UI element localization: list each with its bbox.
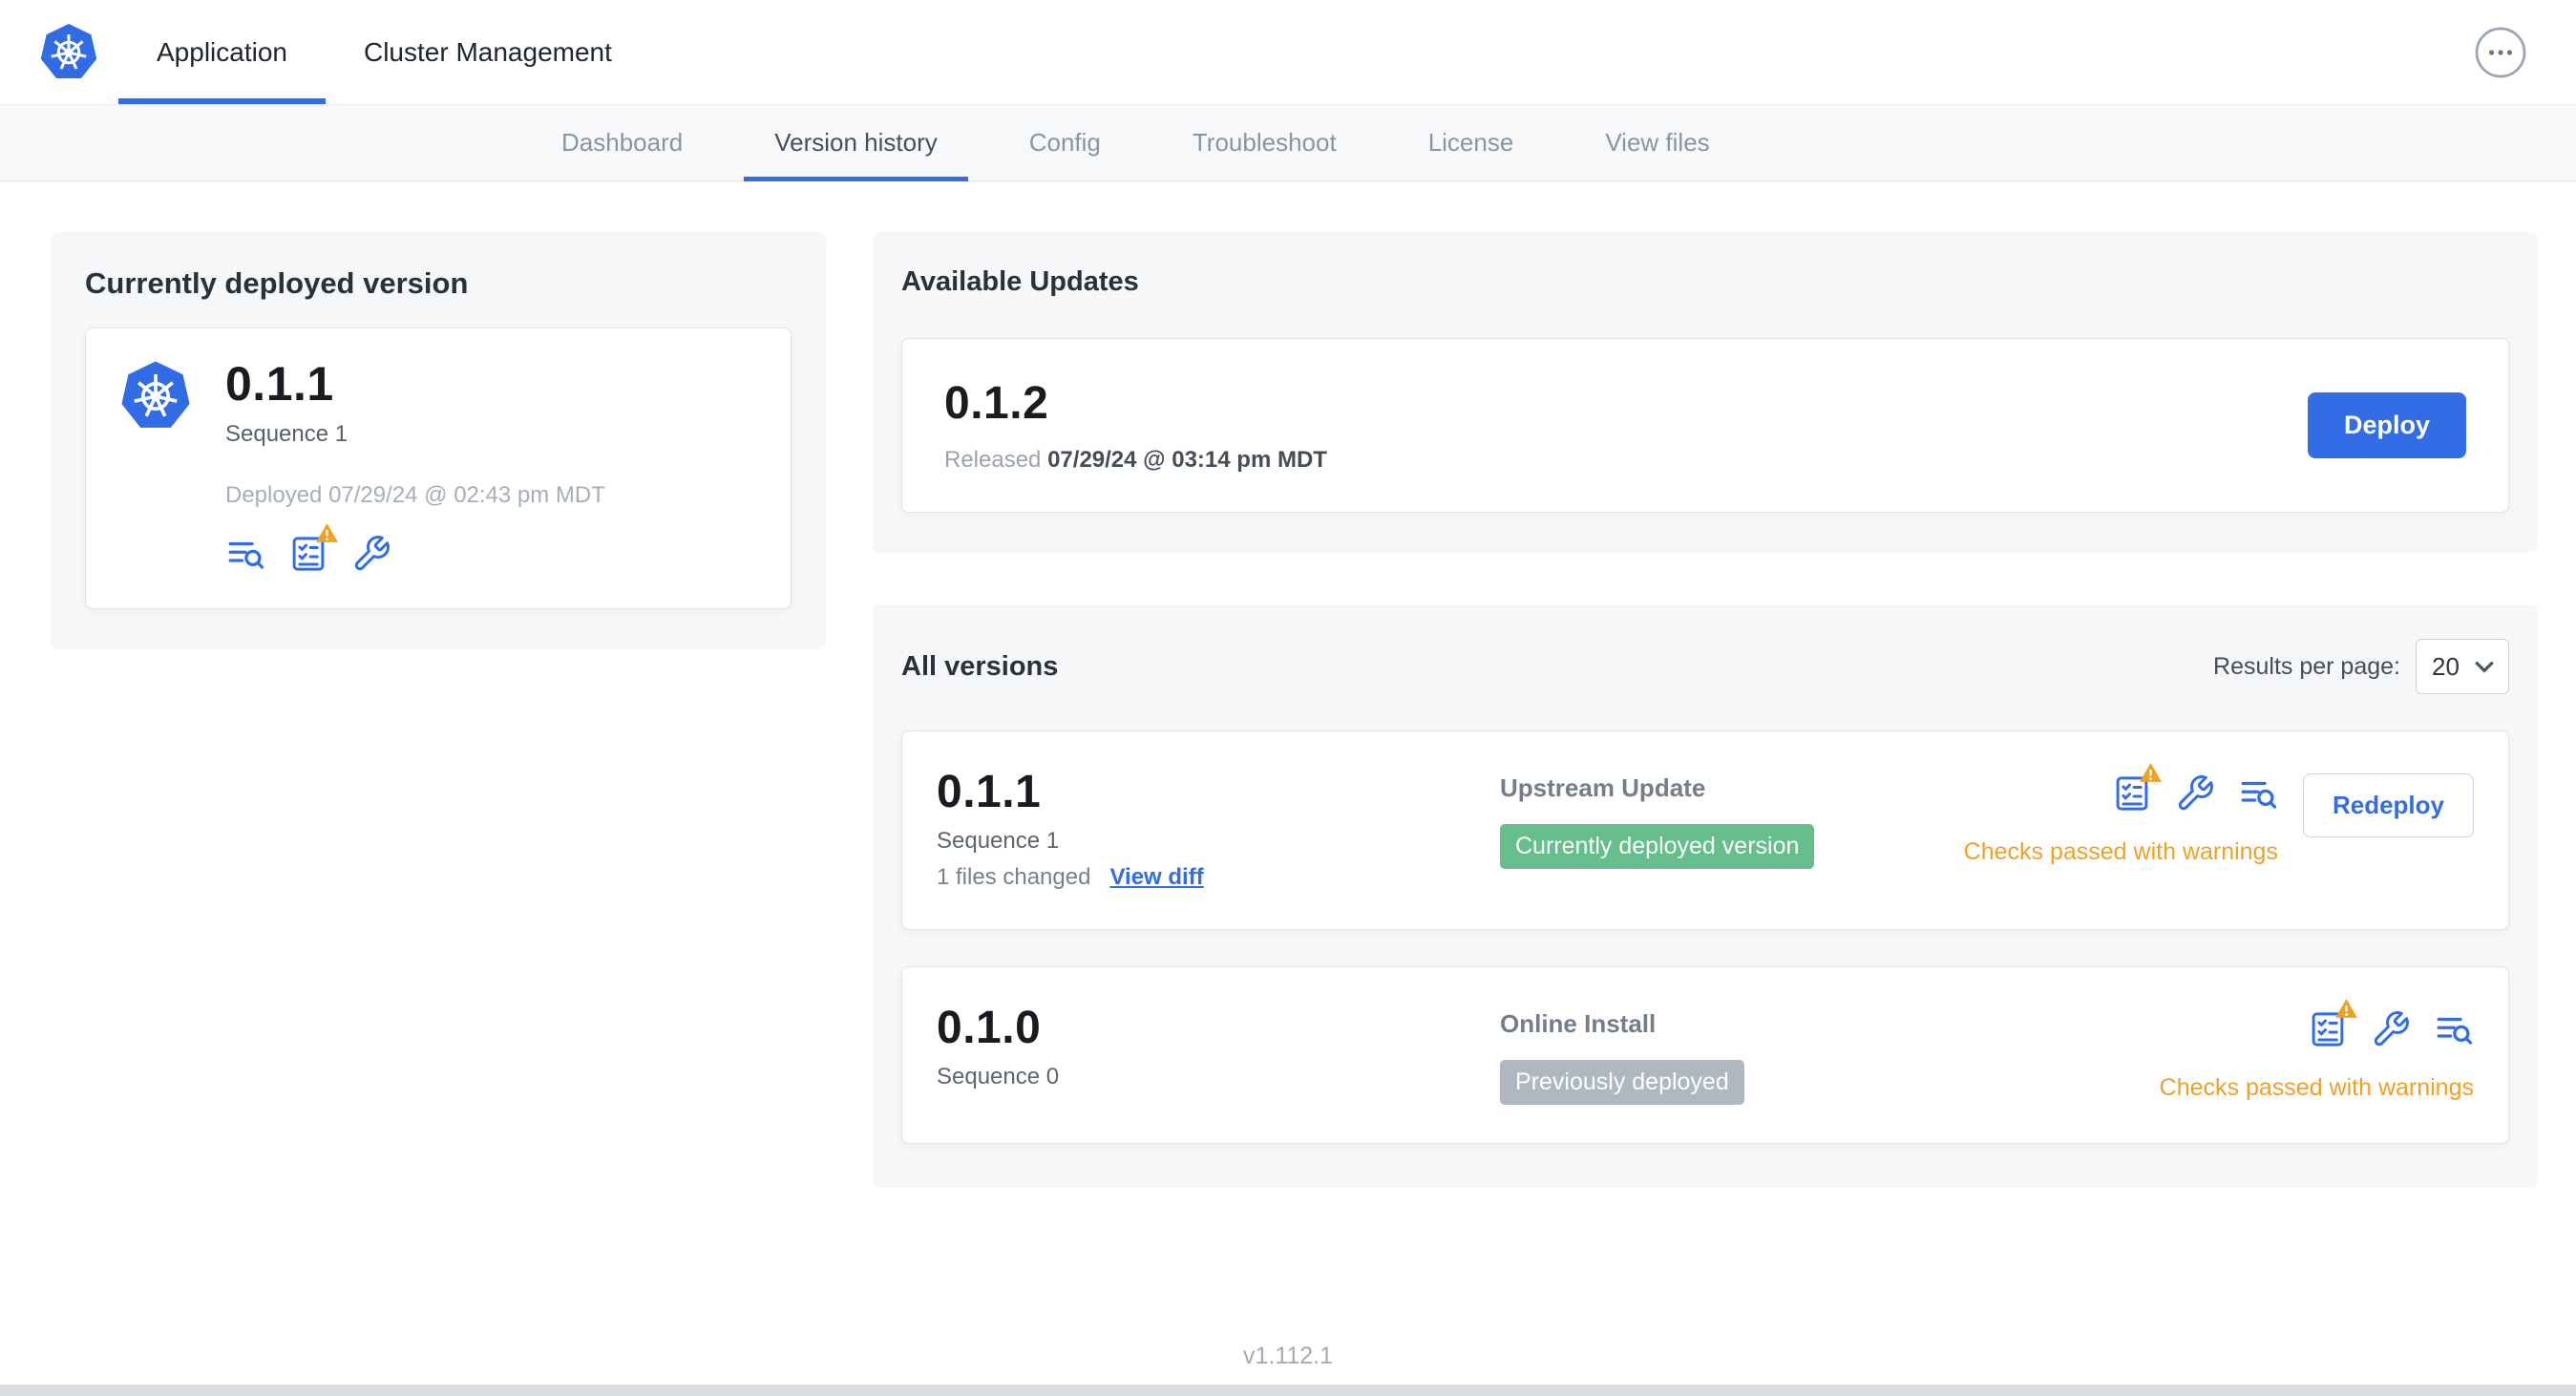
row-action-icons [2112,763,2278,814]
overflow-menu-button[interactable] [2475,27,2526,78]
currently-deployed-title: Currently deployed version [85,266,469,300]
row-sequence: Sequence 1 [937,828,1060,854]
checks-status-text: Checks passed with warnings [1963,838,2278,865]
row-version-number: 0.1.0 [937,1003,1042,1053]
preflight-checks-icon[interactable] [2308,999,2357,1049]
results-per-page-select[interactable]: 20 [2416,639,2509,694]
view-diff-link[interactable]: View diff [1109,864,1203,891]
deployed-timestamp: Deployed 07/29/24 @ 02:43 pm MDT [225,481,605,508]
row-version-number: 0.1.1 [937,767,1042,817]
tab-application[interactable]: Application [118,0,326,104]
nav-tab-license[interactable]: License [1398,105,1545,180]
deployed-version-panel: 0.1.1 Sequence 1 Deployed 07/29/24 @ 02:… [85,328,792,609]
results-per-page: Results per page: 20 [2213,639,2509,694]
version-row-middle: Online Install Previously deployed [1500,1002,2160,1105]
version-row-0-1-1: 0.1.1 Sequence 1 1 files changed View di… [901,730,2509,930]
bottom-edge-divider [0,1385,2576,1396]
row-icons-status: Checks passed with warnings [1963,763,2278,866]
update-version-number: 0.1.2 [944,378,1049,429]
currently-deployed-badge: Currently deployed version [1500,824,1815,869]
preflight-checks-icon[interactable] [2112,763,2162,814]
top-navbar: Application Cluster Management [0,0,2576,105]
available-update-row: 0.1.2 Released 07/29/24 @ 03:14 pm MDT D… [901,338,2509,513]
tab-cluster-management[interactable]: Cluster Management [326,0,650,104]
version-row-middle: Upstream Update Currently deployed versi… [1500,766,1964,869]
row-action-icons [2308,999,2474,1049]
release-notes-icon[interactable] [2238,773,2278,814]
version-row-0-1-0: 0.1.0 Sequence 0 Online Install Previous… [901,966,2509,1144]
deployed-sequence: Sequence 1 [225,420,348,447]
row-sequence: Sequence 0 [937,1064,1060,1089]
row-source-label: Online Install [1500,1009,1657,1038]
preflight-checks-icon[interactable] [288,522,338,574]
checks-status-text: Checks passed with warnings [2159,1074,2474,1101]
all-versions-header: All versions Results per page: 20 [901,639,2509,694]
console-version-label: v1.112.1 [1242,1343,1334,1369]
kubernetes-app-icon [118,359,193,434]
release-notes-icon[interactable] [225,534,265,574]
edit-config-icon[interactable] [351,534,391,574]
nav-tab-troubleshoot[interactable]: Troubleshoot [1162,105,1367,180]
warning-triangle-icon [2139,761,2163,785]
version-row-right: Checks passed with warnings Redeploy [1963,763,2474,866]
files-changed-label: 1 files changed [937,864,1091,890]
update-released-line: Released 07/29/24 @ 03:14 pm MDT [944,447,1327,474]
version-row-left: 0.1.1 Sequence 1 1 files changed View di… [937,766,1500,891]
available-updates-card: Available Updates 0.1.2 Released 07/29/2… [873,232,2538,553]
results-per-page-value: 20 [2432,651,2460,681]
kubernetes-logo-icon [38,22,99,83]
row-source-label: Upstream Update [1500,773,1706,802]
all-versions-title: All versions [901,650,1059,682]
warning-triangle-icon [315,521,339,545]
deployed-version-info: 0.1.1 Sequence 1 Deployed 07/29/24 @ 02:… [225,359,605,574]
currently-deployed-card: Currently deployed version 0.1.1 Sequenc… [51,232,826,649]
deployed-action-icons [225,522,605,574]
deployed-version-number: 0.1.1 [225,357,334,411]
chevron-down-icon [2475,661,2494,673]
all-versions-card: All versions Results per page: 20 0.1.1 … [873,604,2538,1188]
deploy-button[interactable]: Deploy [2307,392,2466,458]
top-tabs: Application Cluster Management [118,0,650,104]
row-files-line: 1 files changed View diff [937,864,1500,891]
edit-config-icon[interactable] [2175,773,2215,814]
row-icons-status: Checks passed with warnings [2159,999,2474,1102]
nav-tab-version-history[interactable]: Version history [744,105,968,181]
previously-deployed-badge: Previously deployed [1500,1060,1744,1105]
available-updates-title: Available Updates [901,266,1139,297]
released-date: 07/29/24 @ 03:14 pm MDT [1047,447,1327,473]
version-row-right: Checks passed with warnings [2159,999,2474,1102]
released-label: Released [944,447,1042,473]
update-version-info: 0.1.2 Released 07/29/24 @ 03:14 pm MDT [944,377,1327,474]
app-subnav: Dashboard Version history Config Trouble… [0,105,2576,181]
release-notes-icon[interactable] [2434,1009,2474,1049]
warning-triangle-icon [2334,997,2358,1021]
edit-config-icon[interactable] [2371,1009,2411,1049]
redeploy-button[interactable]: Redeploy [2302,773,2474,837]
nav-tab-dashboard[interactable]: Dashboard [531,105,713,180]
nav-tab-config[interactable]: Config [999,105,1131,180]
version-row-left: 0.1.0 Sequence 0 [937,1002,1500,1090]
results-per-page-label: Results per page: [2213,652,2400,680]
nav-tab-view-files[interactable]: View files [1574,105,1740,180]
